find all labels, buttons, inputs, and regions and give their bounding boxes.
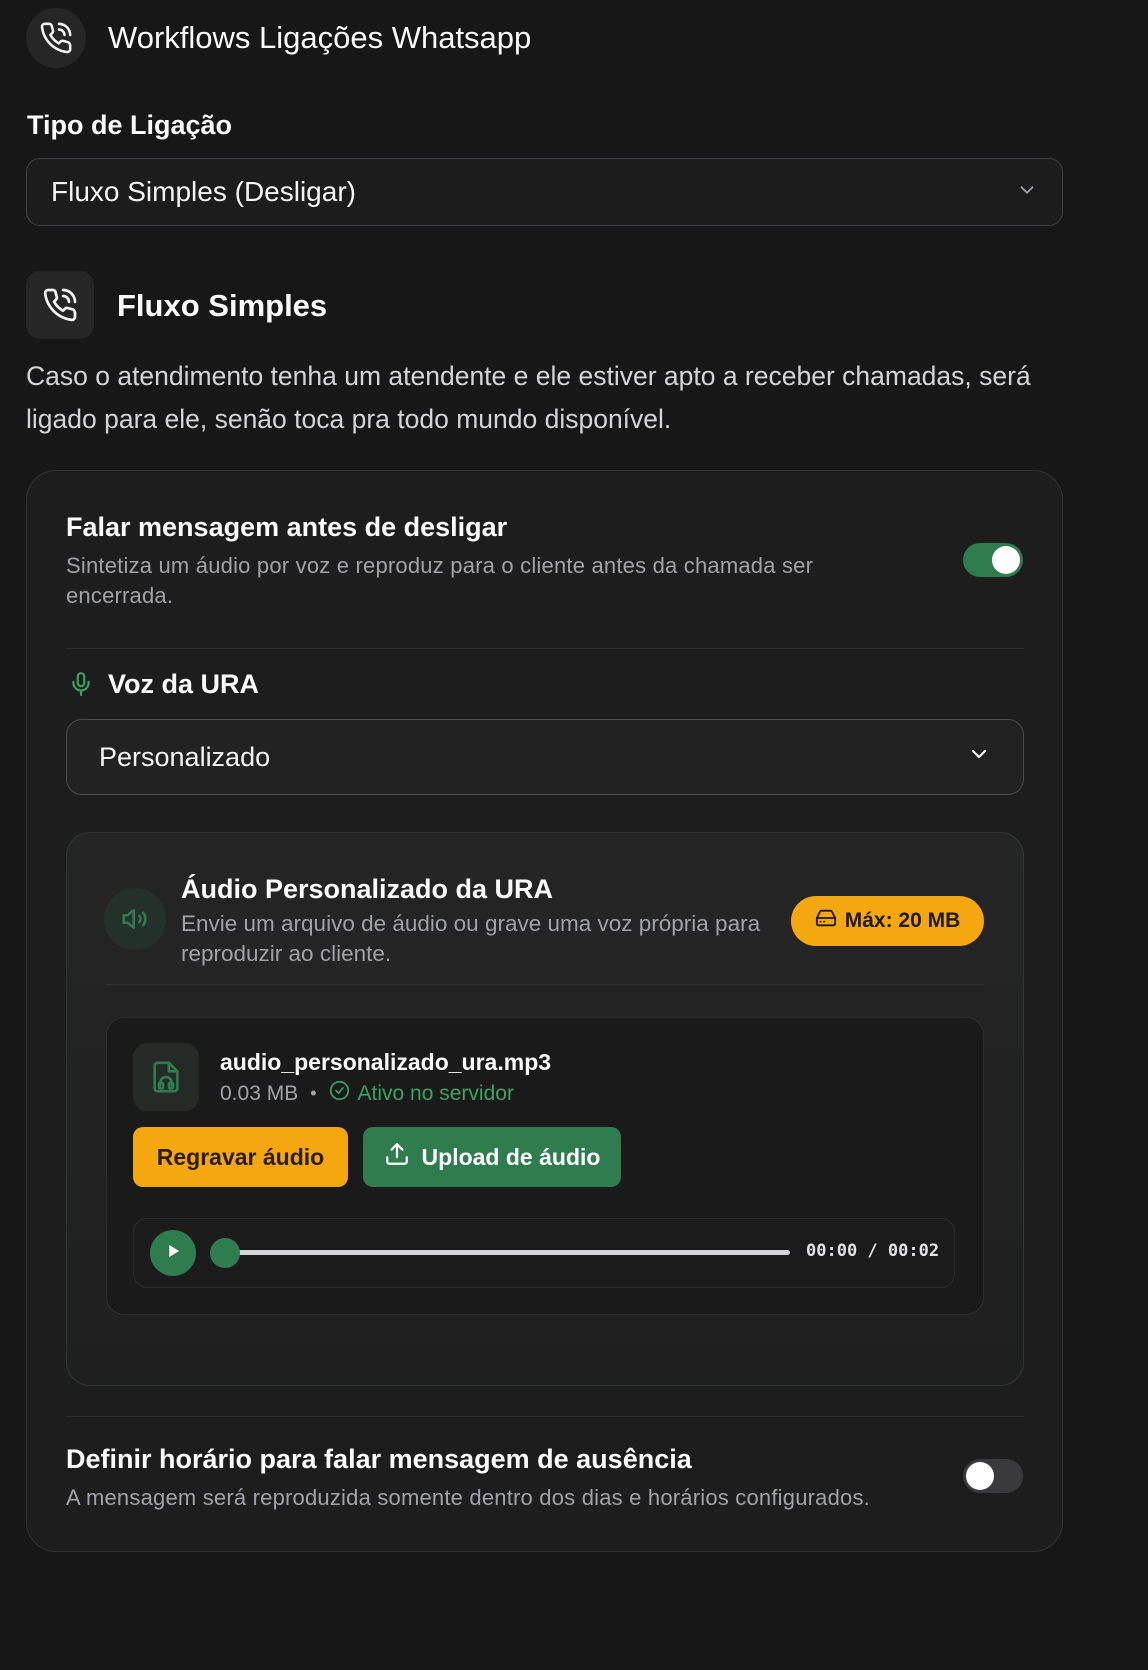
absence-schedule-title: Definir horário para falar mensagem de a… bbox=[66, 1444, 692, 1474]
header-phone-icon bbox=[26, 8, 86, 68]
chevron-down-icon bbox=[1016, 176, 1038, 208]
max-size-badge: Máx: 20 MB bbox=[791, 896, 984, 946]
speaker-icon bbox=[104, 888, 166, 950]
audio-file-name: audio_personalizado_ura.mp3 bbox=[220, 1049, 552, 1075]
page-title: Workflows Ligações Whatsapp bbox=[108, 20, 532, 55]
rerecord-audio-label: Regravar áudio bbox=[156, 1143, 325, 1170]
hard-drive-icon bbox=[815, 907, 837, 935]
check-circle-icon bbox=[329, 1080, 350, 1107]
chevron-down-icon bbox=[967, 742, 991, 773]
flow-phone-icon bbox=[26, 271, 94, 339]
upload-icon bbox=[384, 1141, 410, 1173]
server-status: Ativo no servidor bbox=[329, 1080, 514, 1107]
audio-file-meta: 0.03 MB • Ativo no servidor bbox=[220, 1080, 514, 1107]
divider bbox=[106, 984, 984, 985]
ura-voice-select[interactable]: Personalizado bbox=[66, 719, 1024, 795]
speak-before-hangup-title: Falar mensagem antes de desligar bbox=[66, 512, 508, 542]
audio-file-icon bbox=[133, 1043, 199, 1111]
call-type-label: Tipo de Ligação bbox=[27, 110, 233, 140]
toggle-knob bbox=[992, 546, 1020, 574]
audio-progress-thumb[interactable] bbox=[210, 1238, 240, 1268]
server-status-text: Ativo no servidor bbox=[357, 1081, 514, 1105]
absence-schedule-description: A mensagem será reproduzida somente dent… bbox=[66, 1485, 870, 1510]
speak-before-hangup-description: Sintetiza um áudio por voz e reproduz pa… bbox=[66, 553, 814, 608]
flow-description: Caso o atendimento tenha um atendente e … bbox=[26, 361, 1031, 434]
speak-before-hangup-toggle[interactable] bbox=[963, 543, 1023, 577]
custom-audio-title: Áudio Personalizado da URA bbox=[181, 874, 554, 904]
upload-audio-label: Upload de áudio bbox=[421, 1143, 601, 1170]
play-button[interactable] bbox=[150, 1230, 196, 1276]
rerecord-audio-button[interactable]: Regravar áudio bbox=[133, 1127, 348, 1187]
max-size-text: Máx: 20 MB bbox=[844, 909, 961, 932]
toggle-knob bbox=[966, 1462, 994, 1490]
meta-separator: • bbox=[310, 1083, 317, 1103]
divider bbox=[66, 1416, 1024, 1417]
upload-audio-button[interactable]: Upload de áudio bbox=[363, 1127, 621, 1187]
absence-schedule-toggle[interactable] bbox=[963, 1459, 1023, 1493]
audio-time: 00:00 / 00:02 bbox=[806, 1241, 940, 1261]
flow-title: Fluxo Simples bbox=[117, 288, 328, 323]
divider bbox=[66, 648, 1024, 649]
ura-voice-label: Voz da URA bbox=[108, 669, 260, 699]
play-icon bbox=[164, 1242, 182, 1265]
audio-file-size: 0.03 MB bbox=[220, 1081, 299, 1105]
custom-audio-description: Envie um arquivo de áudio ou grave uma v… bbox=[181, 911, 761, 966]
call-type-select[interactable]: Fluxo Simples (Desligar) bbox=[26, 158, 1063, 226]
ura-voice-value: Personalizado bbox=[99, 741, 271, 772]
audio-progress-track[interactable] bbox=[228, 1250, 790, 1255]
call-type-value: Fluxo Simples (Desligar) bbox=[51, 176, 356, 207]
microphone-icon bbox=[68, 669, 94, 704]
